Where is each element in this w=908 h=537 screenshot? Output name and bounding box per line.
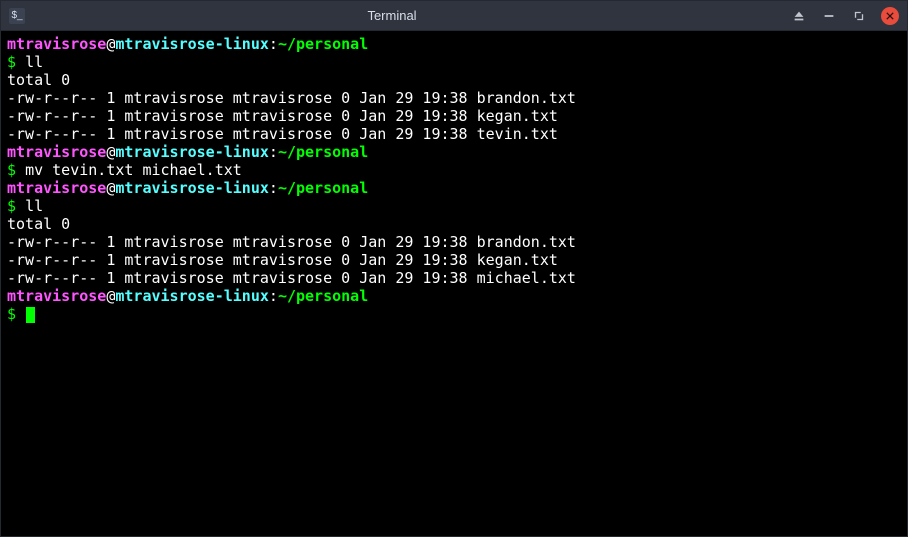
output-line: -rw-r--r-- 1 mtravisrose mtravisrose 0 J…	[7, 251, 901, 269]
terminal-window: $_ Terminal mtravisrose@mtravisrose-linu…	[0, 0, 908, 537]
prompt-colon: :	[269, 287, 278, 305]
cursor	[26, 307, 35, 323]
command-line: $	[7, 305, 901, 323]
command-text: mv tevin.txt michael.txt	[25, 161, 242, 179]
output-line: -rw-r--r-- 1 mtravisrose mtravisrose 0 J…	[7, 269, 901, 287]
prompt-host: mtravisrose-linux	[115, 287, 269, 305]
output-line: -rw-r--r-- 1 mtravisrose mtravisrose 0 J…	[7, 125, 901, 143]
command-text: ll	[25, 197, 43, 215]
window-controls	[791, 7, 899, 25]
prompt-host: mtravisrose-linux	[115, 35, 269, 53]
command-line: $ ll	[7, 53, 901, 71]
prompt-symbol: $	[7, 305, 25, 323]
output-line: -rw-r--r-- 1 mtravisrose mtravisrose 0 J…	[7, 89, 901, 107]
titlebar[interactable]: $_ Terminal	[1, 1, 907, 31]
command-line: $ mv tevin.txt michael.txt	[7, 161, 901, 179]
prompt-user: mtravisrose	[7, 287, 106, 305]
minimize-button[interactable]	[821, 8, 837, 24]
prompt-host: mtravisrose-linux	[115, 143, 269, 161]
output-line: total 0	[7, 215, 901, 233]
prompt-line: mtravisrose@mtravisrose-linux:~/personal	[7, 287, 901, 305]
prompt-symbol: $	[7, 161, 25, 179]
prompt-colon: :	[269, 179, 278, 197]
command-line: $ ll	[7, 197, 901, 215]
close-button[interactable]	[881, 7, 899, 25]
prompt-path: ~/personal	[278, 143, 368, 161]
prompt-symbol: $	[7, 53, 25, 71]
prompt-line: mtravisrose@mtravisrose-linux:~/personal	[7, 35, 901, 53]
prompt-path: ~/personal	[278, 287, 368, 305]
prompt-line: mtravisrose@mtravisrose-linux:~/personal	[7, 143, 901, 161]
window-title: Terminal	[0, 8, 791, 23]
output-line: -rw-r--r-- 1 mtravisrose mtravisrose 0 J…	[7, 107, 901, 125]
prompt-path: ~/personal	[278, 35, 368, 53]
prompt-symbol: $	[7, 197, 25, 215]
prompt-host: mtravisrose-linux	[115, 179, 269, 197]
prompt-colon: :	[269, 143, 278, 161]
output-line: total 0	[7, 71, 901, 89]
prompt-colon: :	[269, 35, 278, 53]
prompt-path: ~/personal	[278, 179, 368, 197]
prompt-user: mtravisrose	[7, 179, 106, 197]
prompt-user: mtravisrose	[7, 35, 106, 53]
prompt-user: mtravisrose	[7, 143, 106, 161]
command-text: ll	[25, 53, 43, 71]
prompt-line: mtravisrose@mtravisrose-linux:~/personal	[7, 179, 901, 197]
maximize-button[interactable]	[851, 8, 867, 24]
eject-icon[interactable]	[791, 8, 807, 24]
output-line: -rw-r--r-- 1 mtravisrose mtravisrose 0 J…	[7, 233, 901, 251]
terminal-viewport[interactable]: mtravisrose@mtravisrose-linux:~/personal…	[1, 31, 907, 536]
